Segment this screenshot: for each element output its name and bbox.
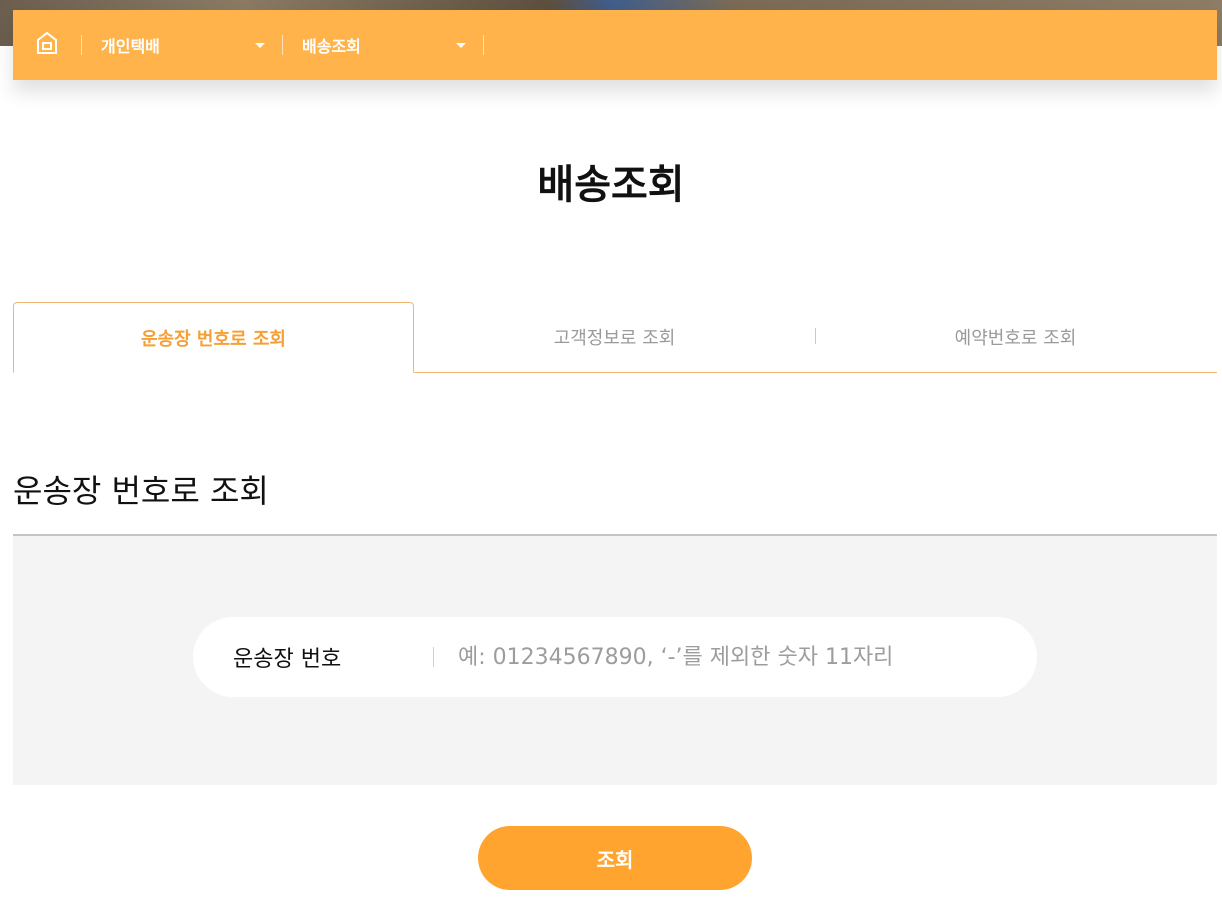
tab-label: 운송장 번호로 조회 [140, 328, 286, 350]
nav-dropdown-label: 개인택배 [101, 37, 160, 56]
nav-dropdown-service[interactable]: 개인택배 [82, 10, 282, 80]
tab-separator [815, 328, 816, 344]
waybill-number-input[interactable] [434, 643, 997, 671]
page-title: 배송조회 [537, 162, 685, 208]
tab-waybill-number[interactable]: 운송장 번호로 조회 [13, 302, 414, 373]
tab-label: 고객정보로 조회 [553, 328, 676, 349]
breadcrumb-nav: 개인택배 배송조회 [13, 10, 1217, 80]
home-icon [36, 31, 58, 59]
tab-label: 예약번호로 조회 [954, 328, 1077, 349]
nav-dropdown-label: 배송조회 [302, 37, 361, 56]
section-title: 운송장 번호로 조회 [13, 472, 269, 510]
search-button[interactable]: 조회 [478, 826, 752, 890]
search-tabs: 운송장 번호로 조회 고객정보로 조회 예약번호로 조회 [13, 302, 1217, 373]
home-button[interactable] [13, 10, 81, 80]
nav-dropdown-menu[interactable]: 배송조회 [283, 10, 483, 80]
caret-down-icon [255, 42, 265, 48]
waybill-label: 운송장 번호 [233, 647, 342, 672]
tab-customer-info[interactable]: 고객정보로 조회 [414, 302, 815, 372]
search-form-area: 운송장 번호 [13, 534, 1217, 785]
nav-divider [483, 35, 484, 55]
tab-reservation-number[interactable]: 예약번호로 조회 [815, 302, 1216, 372]
caret-down-icon [456, 42, 466, 48]
waybill-input-group: 운송장 번호 [193, 617, 1037, 697]
